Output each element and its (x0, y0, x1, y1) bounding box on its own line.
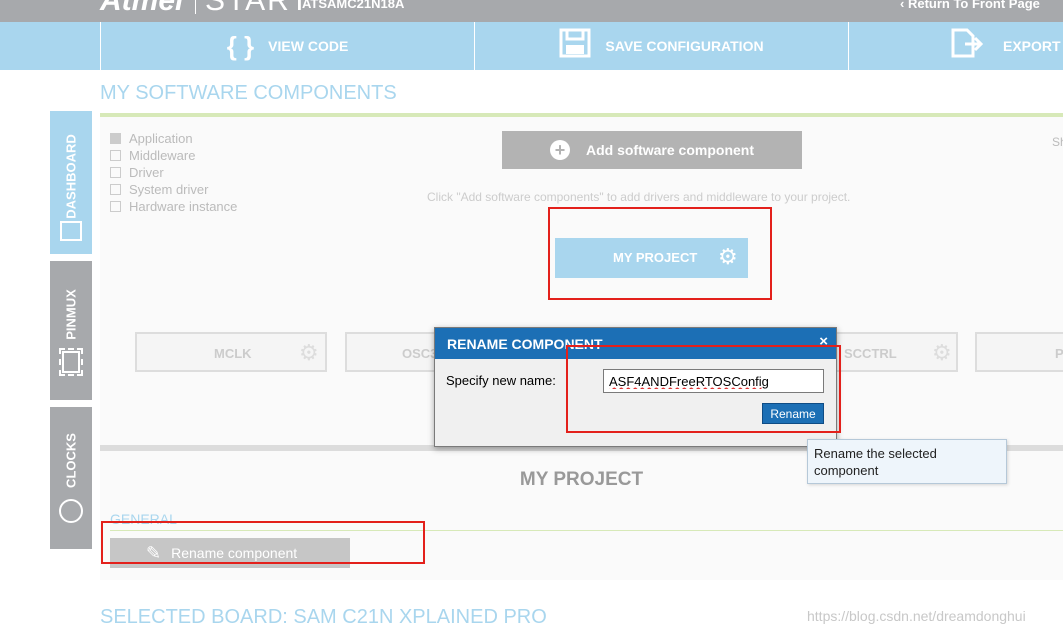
legend-application: Application (110, 131, 193, 146)
component-mclk[interactable]: MCLK ⚙ (135, 332, 327, 372)
software-components-title: MY SOFTWARE COMPONENTS (100, 82, 397, 104)
highlight-my-project (548, 207, 772, 300)
header-separator (195, 0, 196, 14)
plus-icon: + (549, 140, 570, 160)
add-software-component-button[interactable]: + Add software component (502, 131, 802, 169)
legend-middleware: Middleware (110, 148, 195, 163)
legend-system-driver: System driver (110, 182, 208, 197)
tab-clocks[interactable]: CLOCKS (50, 407, 92, 549)
save-configuration-button[interactable]: SAVE CONFIGURATION (474, 22, 848, 70)
save-icon (559, 28, 591, 65)
component-p[interactable]: P (975, 332, 1063, 372)
highlight-name-field (566, 345, 841, 433)
tab-pinmux[interactable]: PINMUX (50, 261, 92, 400)
new-name-label: Specify new name: (446, 373, 556, 388)
watermark: https://blog.csdn.net/dreamdonghui (807, 608, 1026, 624)
top-header: Atmel START ATSAMC21N18A ‹ Return To Fro… (0, 0, 1063, 22)
legend-driver: Driver (110, 165, 164, 180)
view-code-button[interactable]: { } VIEW CODE (100, 22, 474, 70)
app-name: START (205, 0, 311, 17)
toolbar: { } VIEW CODE SAVE CONFIGURATION EXPORT … (0, 22, 1063, 70)
return-front-page-link[interactable]: ‹ Return To Front Page (900, 0, 1040, 11)
atmel-logo: Atmel (100, 0, 184, 17)
chip-icon (59, 348, 83, 376)
dashboard-icon (60, 221, 82, 241)
highlight-rename-component (101, 521, 425, 564)
clock-icon (59, 499, 83, 523)
chevron-left-icon: ‹ (900, 0, 908, 11)
tab-dashboard[interactable]: DASHBOARD (50, 111, 92, 254)
gear-icon[interactable]: ⚙ (932, 340, 952, 366)
code-braces-icon: { } (226, 30, 255, 61)
gear-icon[interactable]: ⚙ (299, 340, 319, 366)
export-button[interactable]: EXPORT P (848, 22, 1063, 70)
export-icon (949, 28, 984, 65)
add-component-hint: Click "Add software components" to add d… (427, 190, 851, 204)
device-name: ATSAMC21N18A (302, 0, 405, 11)
show-label-cut: Sh (1052, 135, 1063, 149)
rename-tooltip: Rename the selected component (807, 439, 1007, 484)
selected-board-title: SELECTED BOARD: SAM C21N XPLAINED PRO (100, 606, 547, 628)
legend-hardware-instance: Hardware instance (110, 199, 237, 214)
